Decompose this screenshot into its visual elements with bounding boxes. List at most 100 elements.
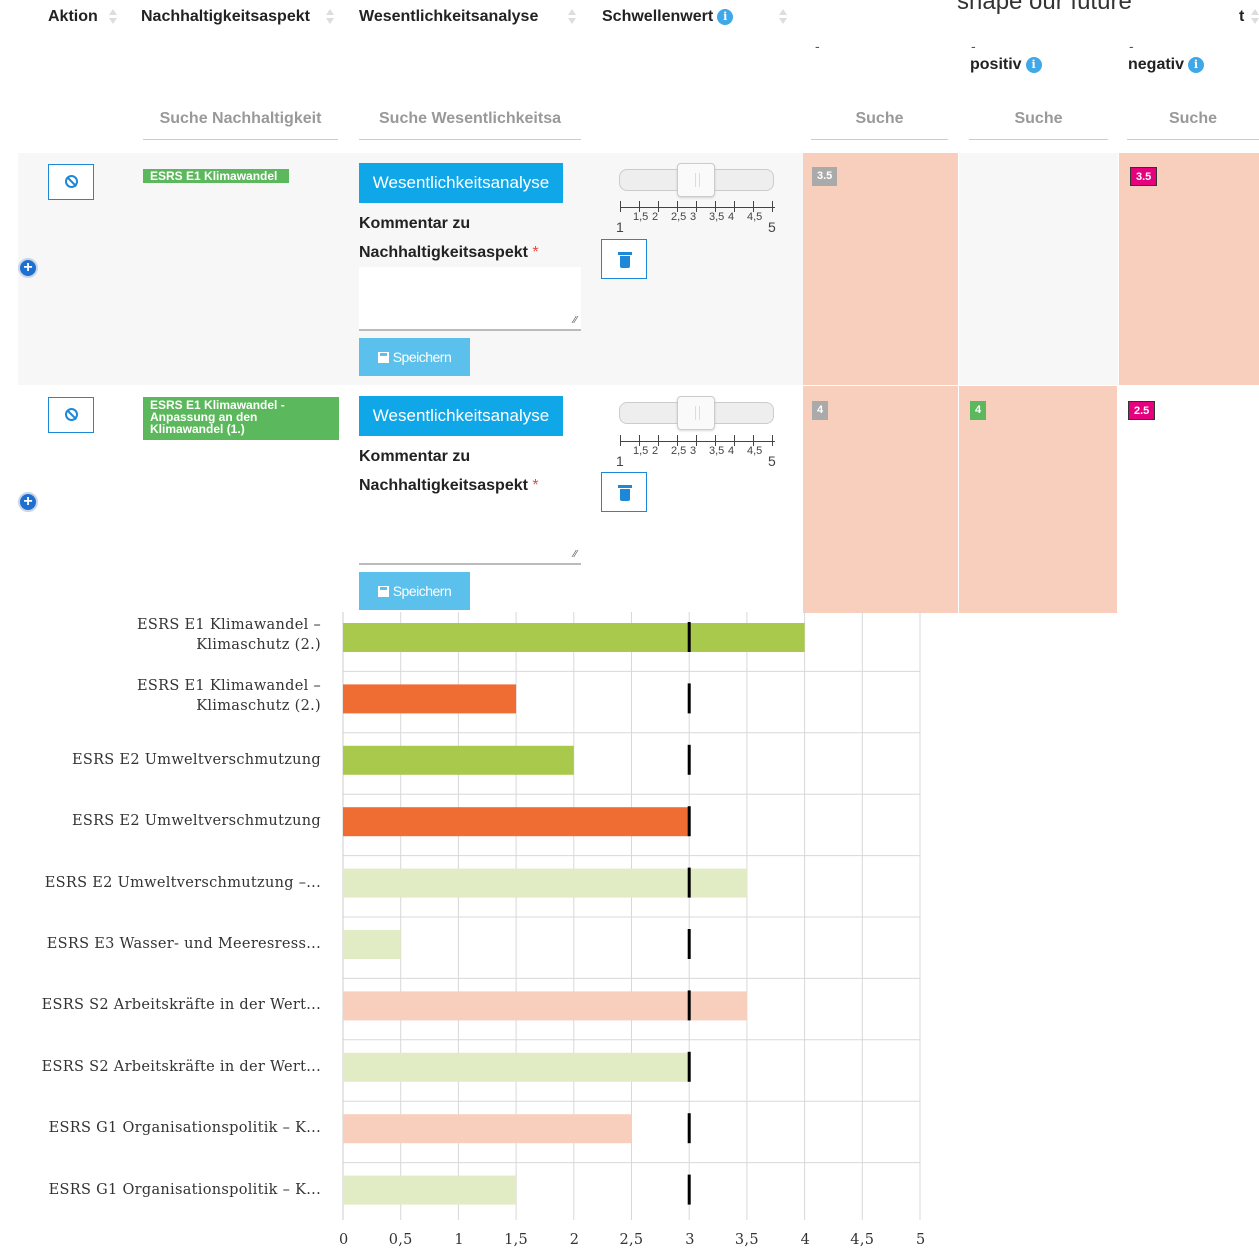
search-wesentlichkeitsanalyse-input[interactable]: Suche Wesentlichkeitsa xyxy=(359,108,581,140)
bar xyxy=(343,1052,690,1082)
x-tick-label: 3 xyxy=(685,1232,695,1248)
scale-tick xyxy=(696,201,697,212)
scale-tick xyxy=(658,201,659,212)
scale-tick xyxy=(620,201,621,212)
scale-tick-label: 1,5 xyxy=(633,211,649,223)
scale-tick-label: 4,5 xyxy=(747,445,763,457)
bar xyxy=(343,868,747,898)
resize-handle-icon[interactable]: ⁄⁄ xyxy=(574,315,577,326)
subheader-dash: - xyxy=(971,38,976,54)
slider-handle[interactable] xyxy=(677,163,715,197)
scale-tick xyxy=(734,435,735,446)
y-tick-label: ESRS E1 Klimawandel – Klimaschutz (2.) xyxy=(137,617,321,653)
info-icon[interactable]: i xyxy=(1188,56,1205,73)
score-badge: 3.5 xyxy=(812,167,838,186)
subheader-dash: - xyxy=(815,38,820,54)
aspect-tag: ESRS E1 Klimawandel - Anpassung an den K… xyxy=(143,397,339,440)
trash-icon xyxy=(618,485,632,488)
info-icon[interactable]: i xyxy=(717,8,734,25)
expand-row-icon[interactable]: + xyxy=(18,492,38,512)
column-header-wesentlichkeitsanalyse[interactable]: Wesentlichkeitsanalyse xyxy=(359,8,538,26)
bar xyxy=(343,745,574,775)
comment-label: Kommentar zu Nachhaltigkeitsaspekt * xyxy=(359,448,539,494)
scale-tick-label: 3,5 xyxy=(709,211,725,223)
scale-tick xyxy=(658,435,659,446)
scale-min-label: 1 xyxy=(616,219,624,235)
x-tick-label: 0,5 xyxy=(388,1232,413,1248)
bar xyxy=(343,684,517,714)
scale-min-label: 1 xyxy=(616,453,624,469)
banner-text: shape our future xyxy=(957,0,1132,15)
save-icon xyxy=(377,352,389,363)
scale-tick-label: 3 xyxy=(690,211,697,223)
trash-icon xyxy=(618,252,632,255)
search-nachhaltigkeitsaspekt-input[interactable]: Suche Nachhaltigkeit xyxy=(143,108,338,140)
scale-tick-label: 1,5 xyxy=(633,445,649,457)
y-tick-label: ESRS E2 Umweltverschmutzung xyxy=(71,751,321,768)
search-negativ-input[interactable]: Suche xyxy=(1127,108,1259,140)
expand-row-icon[interactable]: + xyxy=(18,258,38,278)
y-tick-label: ESRS S2 Arbeitskräfte in der Wert... xyxy=(41,1058,321,1075)
bar xyxy=(343,623,805,652)
aspect-tag: ESRS E1 Klimawandel xyxy=(143,169,289,183)
score-cell xyxy=(1119,153,1259,385)
x-tick-label: 1 xyxy=(454,1232,464,1248)
scale-tick-label: 2,5 xyxy=(671,445,687,457)
bar xyxy=(343,930,401,959)
sort-icon[interactable] xyxy=(325,8,335,26)
wesentlichkeitsanalyse-button[interactable]: Wesentlichkeitsanalyse xyxy=(359,163,563,203)
comment-label: Kommentar zu Nachhaltigkeitsaspekt * xyxy=(359,215,539,261)
wesentlichkeitsanalyse-button[interactable]: Wesentlichkeitsanalyse xyxy=(359,396,563,436)
save-button[interactable]: Speichern xyxy=(359,572,470,610)
x-tick-label: 4 xyxy=(800,1232,811,1248)
y-tick-label: ESRS E2 Umweltverschmutzung –... xyxy=(44,874,321,891)
column-header-nachhaltigkeitsaspekt[interactable]: Nachhaltigkeitsaspekt xyxy=(141,8,310,26)
y-tick-label: ESRS G1 Organisationspolitik – K... xyxy=(48,1181,321,1198)
sort-icon[interactable] xyxy=(778,8,788,26)
slider-handle[interactable] xyxy=(677,396,715,430)
scale-tick xyxy=(620,435,621,446)
scale-tick-label: 3,5 xyxy=(709,445,725,457)
scale-max-label: 5 xyxy=(768,453,776,469)
x-tick-label: 0 xyxy=(339,1232,349,1248)
scale-tick-label: 2,5 xyxy=(671,211,687,223)
resize-handle-icon[interactable]: ⁄⁄ xyxy=(574,549,577,560)
y-tick-label: ESRS G1 Organisationspolitik – K... xyxy=(48,1120,321,1137)
scale-tick xyxy=(696,435,697,446)
search-input[interactable]: Suche xyxy=(811,108,948,140)
truncated-header: t xyxy=(1239,8,1245,25)
subheader-dash: - xyxy=(1129,38,1134,54)
ban-icon xyxy=(64,408,78,421)
comment-textarea[interactable]: ⁄⁄ xyxy=(359,501,581,565)
deactivate-button[interactable] xyxy=(48,164,94,200)
score-cell xyxy=(803,386,958,613)
slider-scale: 1,5 2 2,5 3 3,5 4 4,5 1 5 xyxy=(616,435,776,471)
info-icon[interactable]: i xyxy=(1025,56,1042,73)
comment-textarea[interactable]: ⁄⁄ xyxy=(359,267,581,331)
x-tick-label: 4,5 xyxy=(850,1232,875,1248)
y-tick-label: ESRS S2 Arbeitskräfte in der Wert... xyxy=(41,997,321,1014)
delete-button[interactable] xyxy=(601,239,647,279)
x-tick-label: 2 xyxy=(569,1232,580,1248)
scale-tick xyxy=(772,435,773,446)
x-tick-label: 1,5 xyxy=(504,1232,529,1248)
scale-tick-label: 2 xyxy=(652,445,659,457)
scale-tick-label: 4 xyxy=(728,445,735,457)
x-tick-label: 2,5 xyxy=(619,1232,644,1248)
delete-button[interactable] xyxy=(601,472,647,512)
save-icon xyxy=(377,586,389,597)
save-button[interactable]: Speichern xyxy=(359,338,470,376)
sort-icon[interactable] xyxy=(1250,8,1259,26)
ban-icon xyxy=(64,175,78,188)
column-header-schwellenwert[interactable]: Schwellenwert i xyxy=(602,8,734,26)
sort-icon[interactable] xyxy=(108,8,118,26)
y-tick-label: ESRS E3 Wasser- und Meeresress... xyxy=(46,936,321,952)
column-header-aktion[interactable]: Aktion xyxy=(48,8,98,26)
search-positiv-input[interactable]: Suche xyxy=(969,108,1108,140)
scale-max-label: 5 xyxy=(768,219,776,235)
scale-tick-label: 4 xyxy=(728,211,735,223)
sort-icon[interactable] xyxy=(567,8,577,26)
scale-tick-label: 4,5 xyxy=(747,211,763,223)
x-tick-label: 5 xyxy=(916,1232,926,1248)
deactivate-button[interactable] xyxy=(48,397,94,433)
